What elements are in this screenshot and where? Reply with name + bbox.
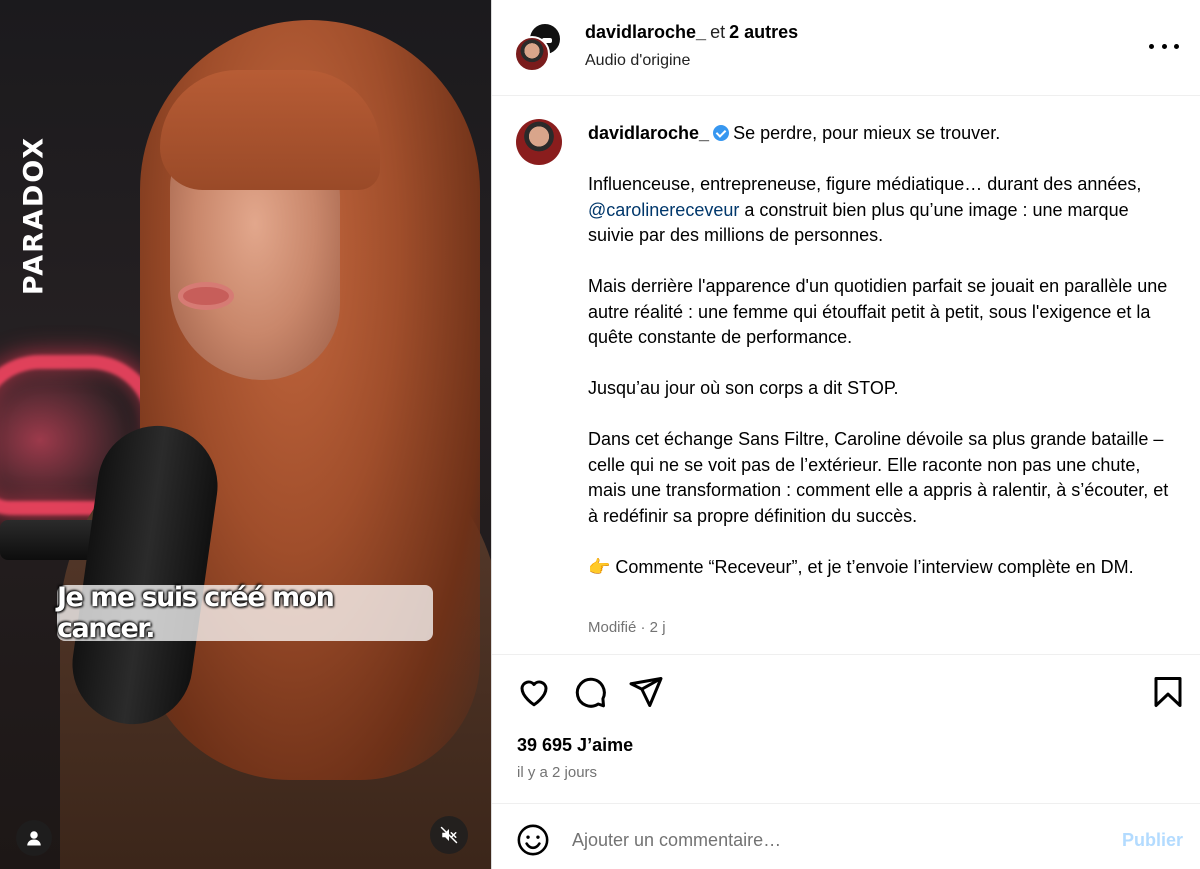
reel-video[interactable]: PARADOX Je me suis créé mon cancer.	[0, 0, 491, 869]
audio-link[interactable]: Audio d'origine	[585, 52, 690, 70]
post-authors: davidlaroche_ et 2 autres	[585, 22, 798, 43]
mention-link[interactable]: @carolinereceveur	[588, 200, 739, 220]
publish-button[interactable]: Publier	[1122, 830, 1183, 851]
bookmark-icon[interactable]	[1150, 674, 1186, 710]
mute-toggle-button[interactable]	[430, 816, 468, 854]
caption-author-avatar[interactable]	[516, 119, 562, 165]
caption-text: davidlaroche_ Se perdre, pour mieux se tr…	[588, 121, 1178, 580]
author-avatar	[514, 36, 550, 72]
video-subtitle: Je me suis créé mon cancer.	[57, 582, 433, 644]
caption-username-link[interactable]: davidlaroche_	[588, 123, 709, 143]
more-icon-dot	[1174, 43, 1179, 49]
pointing-emoji: 👉	[588, 556, 611, 577]
emoji-icon[interactable]	[516, 823, 550, 857]
speaker-bangs	[160, 70, 380, 190]
muted-icon	[440, 826, 458, 844]
speaker-mouth	[178, 282, 234, 310]
caption-paragraph-2: Mais derrière l'apparence d'un quotidien…	[588, 276, 1168, 347]
more-options-button[interactable]	[1149, 36, 1179, 56]
heart-icon[interactable]	[516, 674, 552, 710]
caption-paragraph-5: Commente “Receveur”, et je t’envoie l’in…	[610, 556, 1134, 577]
collab-avatars[interactable]	[514, 22, 564, 72]
comment-icon[interactable]	[572, 674, 608, 710]
more-icon-dot	[1161, 43, 1167, 49]
user-tag-icon	[27, 831, 41, 846]
likes-count[interactable]: 39 695 J’aime	[517, 735, 633, 756]
caption-title: Se perdre, pour mieux se trouver.	[733, 123, 1001, 143]
brand-watermark: PARADOX	[18, 135, 50, 296]
post-header: davidlaroche_ et 2 autres Audio d'origine	[492, 0, 1200, 96]
post-actions: 39 695 J’aime il y a 2 jours	[492, 656, 1200, 804]
caption-edited-time: Modifié · 2 j	[588, 619, 666, 636]
post-time[interactable]: il y a 2 jours	[517, 764, 597, 781]
comment-input[interactable]	[572, 824, 1102, 856]
caption-area: davidlaroche_ Se perdre, pour mieux se tr…	[492, 97, 1200, 655]
more-icon	[1149, 43, 1154, 49]
author-username-link[interactable]: davidlaroche_	[585, 22, 706, 42]
caption-paragraph-1a: Influenceuse, entrepreneuse, figure médi…	[588, 174, 1142, 194]
caption-paragraph-3: Jusqu’au jour où son corps a dit STOP.	[588, 378, 899, 398]
authors-connector: et	[710, 22, 726, 42]
post-panel: davidlaroche_ et 2 autres Audio d'origine …	[491, 0, 1200, 869]
caption-paragraph-4: Dans cet échange Sans Filtre, Caroline d…	[588, 429, 1169, 526]
share-icon[interactable]	[628, 674, 664, 710]
user-tag-button[interactable]	[16, 820, 52, 856]
video-subtitle-text: Je me suis créé mon cancer.	[57, 582, 335, 644]
comment-bar: Publier	[492, 805, 1200, 869]
verified-badge-icon	[713, 125, 730, 141]
collaborators-link[interactable]: 2 autres	[729, 22, 798, 42]
